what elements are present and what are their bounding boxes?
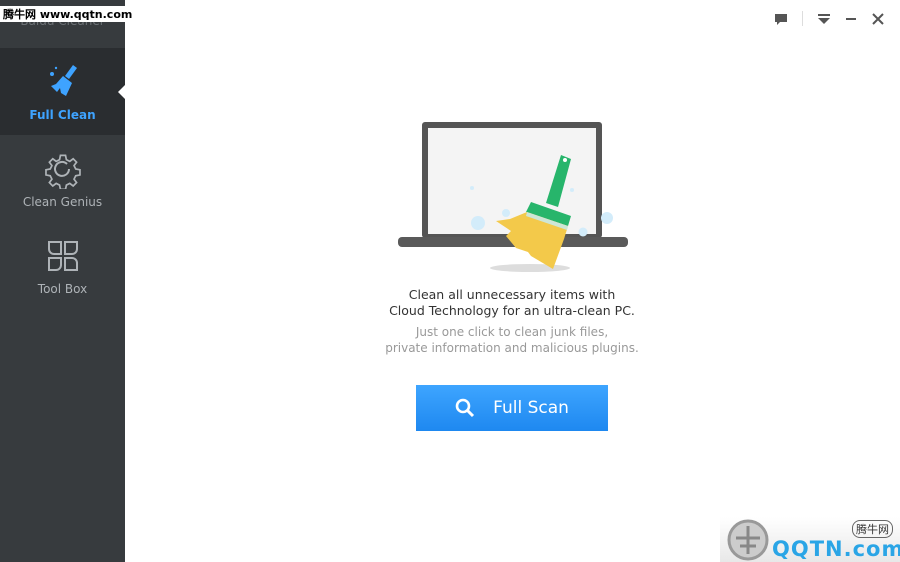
laptop-broom-illustration [398, 122, 628, 272]
sidebar-item-clean-genius[interactable]: Clean Genius [0, 135, 125, 222]
sidebar: Baidu Cleaner Full Clean Clean Genius To… [0, 0, 125, 562]
active-indicator [118, 85, 125, 99]
headline-line-2: Cloud Technology for an ultra-clean PC. [389, 303, 635, 318]
headline-line-1: Clean all unnecessary items with [408, 287, 616, 302]
feedback-icon [775, 13, 787, 25]
watermark-logo-text: QQTN.com [772, 537, 900, 561]
feedback-button[interactable] [772, 10, 790, 28]
watermark-badge: 腾牛网 [852, 520, 893, 538]
minimize-button[interactable] [842, 10, 860, 28]
full-scan-label: Full Scan [493, 398, 569, 418]
watermark-top: 腾牛网 www.qqtn.com [0, 6, 136, 22]
close-button[interactable] [869, 10, 887, 28]
qqtn-logo-icon [727, 519, 769, 561]
broom-icon [49, 65, 77, 96]
subtext: Just one click to clean junk files, priva… [300, 325, 724, 356]
watermark-logo: QQTN.com 腾牛网 [720, 517, 900, 562]
divider [802, 11, 803, 26]
subtext-line-2: private information and malicious plugin… [385, 340, 639, 355]
menu-button[interactable] [815, 10, 833, 28]
close-icon [872, 13, 884, 25]
search-icon [455, 398, 475, 418]
sidebar-item-label: Clean Genius [22, 195, 103, 209]
subtext-line-1: Just one click to clean junk files, [415, 325, 609, 339]
sidebar-item-label: Tool Box [37, 282, 88, 296]
full-scan-button[interactable]: Full Scan [416, 385, 608, 431]
menu-icon [818, 14, 830, 24]
grid-icon [47, 241, 78, 271]
sidebar-item-tool-box[interactable]: Tool Box [0, 222, 125, 309]
headline: Clean all unnecessary items with Cloud Te… [300, 287, 724, 319]
minimize-icon [846, 18, 856, 20]
sidebar-item-label: Full Clean [29, 108, 96, 122]
sidebar-item-full-clean[interactable]: Full Clean [0, 48, 125, 135]
gear-icon [44, 154, 81, 189]
